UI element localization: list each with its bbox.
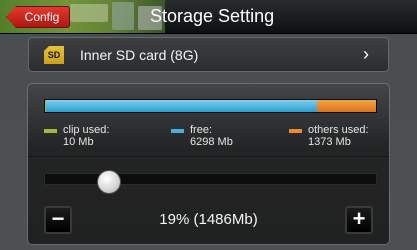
storage-label: Inner SD card (8G) [80, 47, 199, 63]
sd-card-icon: SD [44, 46, 64, 64]
free-swatch [171, 129, 184, 133]
back-button[interactable]: Config [6, 6, 70, 28]
legend-value: 1373 Mb [308, 136, 351, 148]
allocation-percent: 19% (1486Mb) [159, 211, 258, 228]
legend-value: 6298 Mb [190, 136, 233, 148]
increase-button[interactable]: + [345, 206, 373, 234]
thumbnail [70, 4, 108, 22]
storage-selector[interactable]: SD Inner SD card (8G) › [28, 37, 389, 72]
others-used-segment [317, 100, 376, 112]
thumbnail [112, 2, 134, 30]
title-bar: Config Storage Setting [0, 0, 417, 34]
others-swatch [289, 129, 302, 133]
storage-usage-bar [44, 99, 377, 113]
clip-swatch [44, 129, 57, 133]
legend-label: clip used: [63, 124, 110, 136]
storage-panel: clip used: 10 Mb free: 6298 Mb others us… [27, 83, 390, 245]
legend-value: 10 Mb [63, 136, 94, 148]
free-segment [46, 100, 317, 112]
chevron-right-icon: › [363, 44, 369, 64]
divider [28, 156, 389, 157]
allocation-slider-track[interactable] [44, 173, 377, 185]
legend-label: others used: [308, 124, 369, 136]
allocation-slider-thumb[interactable] [97, 170, 122, 194]
page-title: Storage Setting [150, 6, 275, 26]
legend-label: free: [190, 124, 213, 136]
